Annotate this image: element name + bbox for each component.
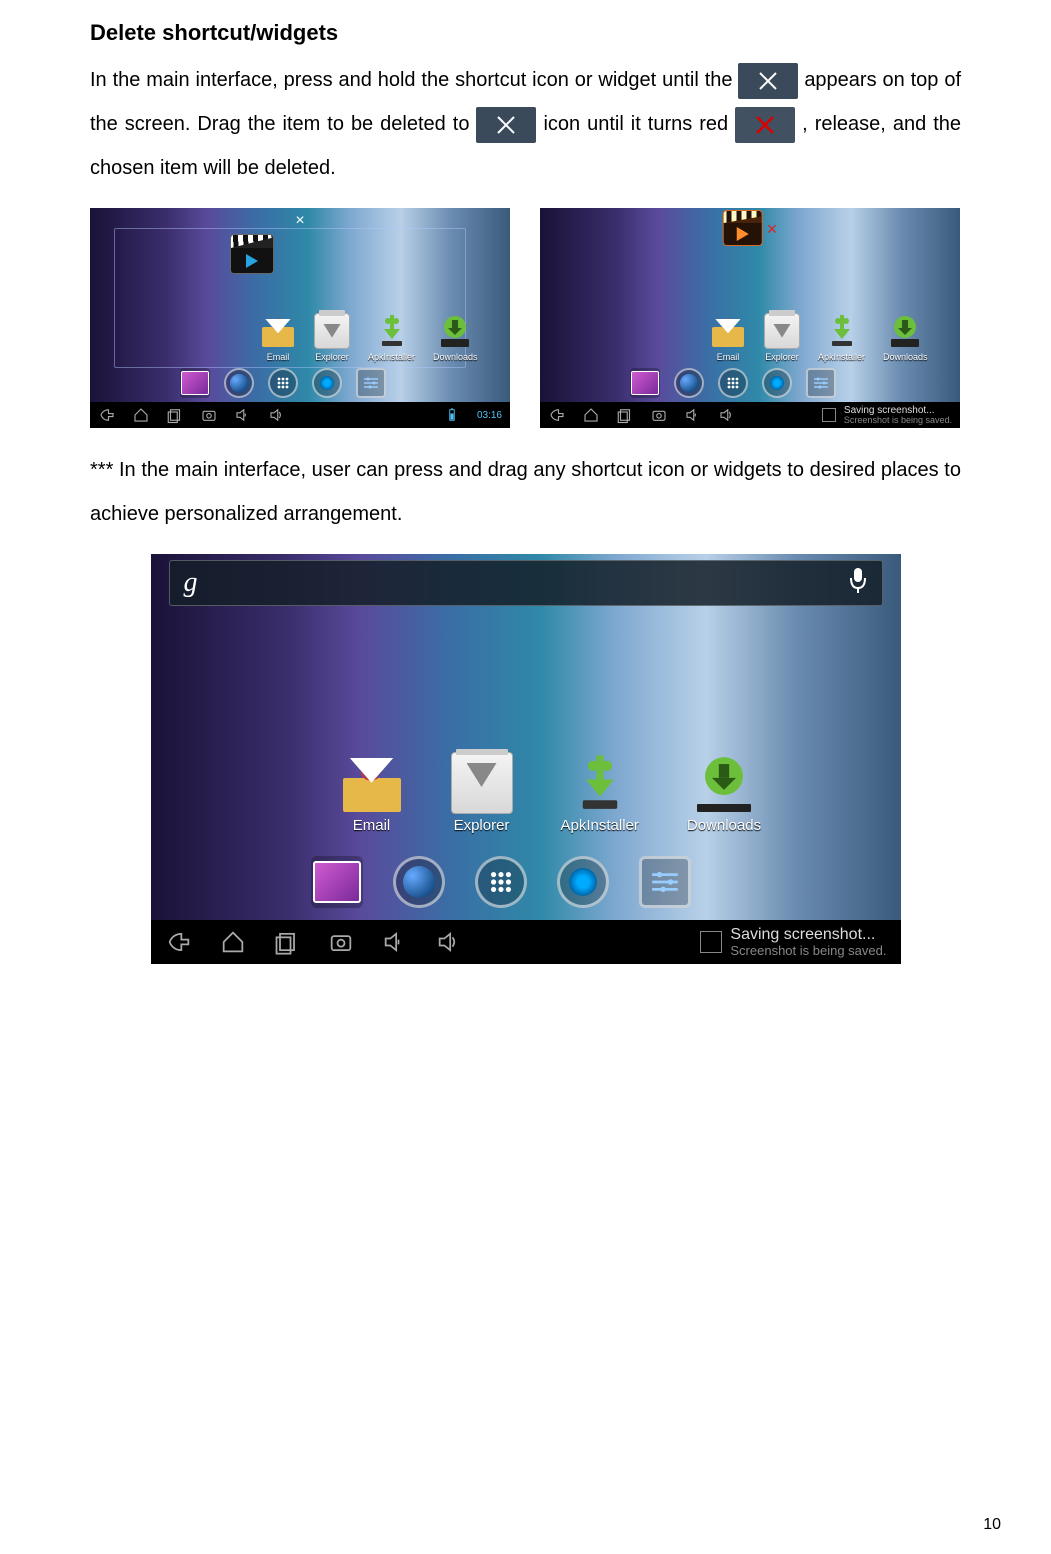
dock-row: [311, 856, 691, 908]
delete-x-icon: [738, 63, 798, 99]
app-apkinstaller[interactable]: ApkInstaller: [561, 752, 639, 834]
recent-button[interactable]: [616, 406, 634, 424]
nav-bar: Saving screenshot... Screenshot is being…: [151, 920, 901, 964]
settings-dock-icon[interactable]: [639, 856, 691, 908]
screenshot-row: × @ Email Explorer ApkInstaller: [90, 208, 961, 428]
app-icon-row: @ Email Explorer ApkInstaller Downloads: [710, 313, 928, 362]
apps-drawer-icon[interactable]: [718, 368, 748, 398]
screenshot-drag-delete: × @ Email Explorer ApkInstaller Do: [540, 208, 960, 428]
dragged-video-icon[interactable]: [230, 234, 274, 274]
app-email[interactable]: @ Email: [341, 752, 403, 834]
dock-row: [630, 368, 836, 398]
nav-bar: Saving screenshot... Screenshot is being…: [540, 402, 960, 428]
screenshot-toast: Saving screenshot... Screenshot is being…: [700, 926, 886, 958]
home-button[interactable]: [132, 406, 150, 424]
vol-down-button[interactable]: [684, 406, 702, 424]
section-heading: Delete shortcut/widgets: [90, 20, 961, 46]
settings-dock-icon[interactable]: [806, 368, 836, 398]
home-button[interactable]: [582, 406, 600, 424]
back-button[interactable]: [165, 928, 193, 956]
music-dock-icon[interactable]: [762, 368, 792, 398]
app-email[interactable]: @ Email: [710, 313, 746, 362]
back-button[interactable]: [548, 406, 566, 424]
app-explorer-label: Explorer: [315, 352, 349, 362]
app-email-label: Email: [267, 352, 290, 362]
app-apk-label: ApkInstaller: [368, 352, 415, 362]
toast-thumbnail-icon: [822, 408, 836, 422]
app-downloads[interactable]: Downloads: [883, 313, 928, 362]
nav-bar: 03:16: [90, 402, 510, 428]
toast-subtitle: Screenshot is being saved.: [730, 944, 886, 958]
music-dock-icon[interactable]: [312, 368, 342, 398]
browser-dock-icon[interactable]: [393, 856, 445, 908]
app-explorer[interactable]: Explorer: [764, 313, 800, 362]
app-explorer[interactable]: Explorer: [451, 752, 513, 834]
toast-subtitle: Screenshot is being saved.: [844, 416, 952, 426]
google-search-widget[interactable]: g: [169, 560, 883, 606]
recent-button[interactable]: [166, 406, 184, 424]
delete-x-icon: [476, 107, 536, 143]
app-downloads[interactable]: Downloads: [433, 313, 478, 362]
app-downloads-label: Downloads: [883, 352, 928, 362]
vol-up-button[interactable]: [268, 406, 286, 424]
app-explorer[interactable]: Explorer: [314, 313, 350, 362]
screenshot-toast: Saving screenshot... Screenshot is being…: [822, 405, 952, 426]
app-icon-row: @ Email Explorer ApkInstaller Downloads: [341, 752, 762, 834]
screenshot-drag-start: × @ Email Explorer ApkInstaller: [90, 208, 510, 428]
battery-icon: [443, 406, 461, 424]
status-clock: 03:16: [477, 410, 502, 421]
vol-up-button[interactable]: [435, 928, 463, 956]
app-email[interactable]: @ Email: [260, 313, 296, 362]
para1-seg1: In the main interface, press and hold th…: [90, 69, 738, 91]
page-number: 10: [983, 1516, 1001, 1534]
app-downloads-label: Downloads: [687, 817, 761, 834]
vol-down-button[interactable]: [234, 406, 252, 424]
app-explorer-label: Explorer: [454, 817, 510, 834]
app-email-label: Email: [353, 817, 391, 834]
app-apkinstaller[interactable]: ApkInstaller: [818, 313, 865, 362]
paragraph-1: In the main interface, press and hold th…: [90, 58, 961, 190]
app-downloads[interactable]: Downloads: [687, 752, 761, 834]
apps-drawer-icon[interactable]: [268, 368, 298, 398]
app-explorer-label: Explorer: [765, 352, 799, 362]
app-apkinstaller[interactable]: ApkInstaller: [368, 313, 415, 362]
delete-target-x-red[interactable]: ×: [723, 210, 778, 249]
recent-button[interactable]: [273, 928, 301, 956]
screenshot-button[interactable]: [327, 928, 355, 956]
settings-dock-icon[interactable]: [356, 368, 386, 398]
toast-title: Saving screenshot...: [844, 405, 952, 416]
google-g-icon: g: [184, 567, 198, 599]
screenshot-button[interactable]: [650, 406, 668, 424]
vol-up-button[interactable]: [718, 406, 736, 424]
app-icon-row: @ Email Explorer ApkInstaller Downloads: [260, 313, 478, 362]
gallery-dock-icon[interactable]: [180, 368, 210, 398]
apps-drawer-icon[interactable]: [475, 856, 527, 908]
dock-row: [180, 368, 386, 398]
gallery-dock-icon[interactable]: [630, 368, 660, 398]
app-email-label: Email: [717, 352, 740, 362]
vol-down-button[interactable]: [381, 928, 409, 956]
screenshot-home-arranged: g @ Email Explorer ApkInstaller Download…: [151, 554, 901, 964]
browser-dock-icon[interactable]: [674, 368, 704, 398]
toast-title: Saving screenshot...: [730, 926, 886, 944]
app-apk-label: ApkInstaller: [818, 352, 865, 362]
back-button[interactable]: [98, 406, 116, 424]
app-apk-label: ApkInstaller: [561, 817, 639, 834]
app-downloads-label: Downloads: [433, 352, 478, 362]
gallery-dock-icon[interactable]: [311, 856, 363, 908]
music-dock-icon[interactable]: [557, 856, 609, 908]
paragraph-2: *** In the main interface, user can pres…: [90, 448, 961, 536]
mic-icon[interactable]: [848, 566, 868, 600]
toast-thumbnail-icon: [700, 931, 722, 953]
browser-dock-icon[interactable]: [224, 368, 254, 398]
screenshot-button[interactable]: [200, 406, 218, 424]
para1-seg3: icon until it turns red: [543, 113, 735, 135]
delete-x-red-icon: [735, 107, 795, 143]
home-button[interactable]: [219, 928, 247, 956]
